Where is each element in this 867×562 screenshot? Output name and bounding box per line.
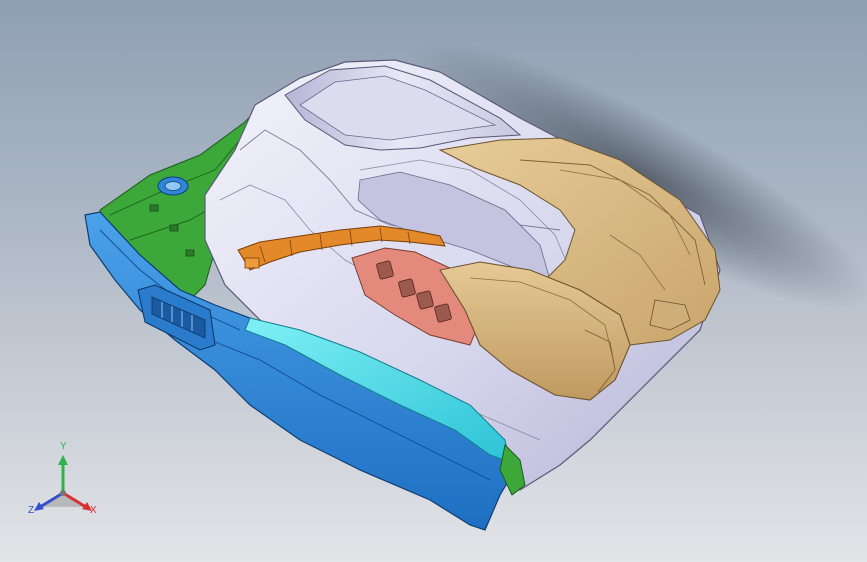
x-axis-label: X — [90, 505, 97, 516]
cad-model[interactable] — [0, 0, 867, 562]
z-axis-label: Z — [28, 505, 35, 516]
y-axis-label: Y — [60, 441, 67, 452]
axis-triad[interactable]: Y X Z — [20, 441, 110, 525]
cad-viewport[interactable]: Y X Z — [0, 0, 867, 562]
